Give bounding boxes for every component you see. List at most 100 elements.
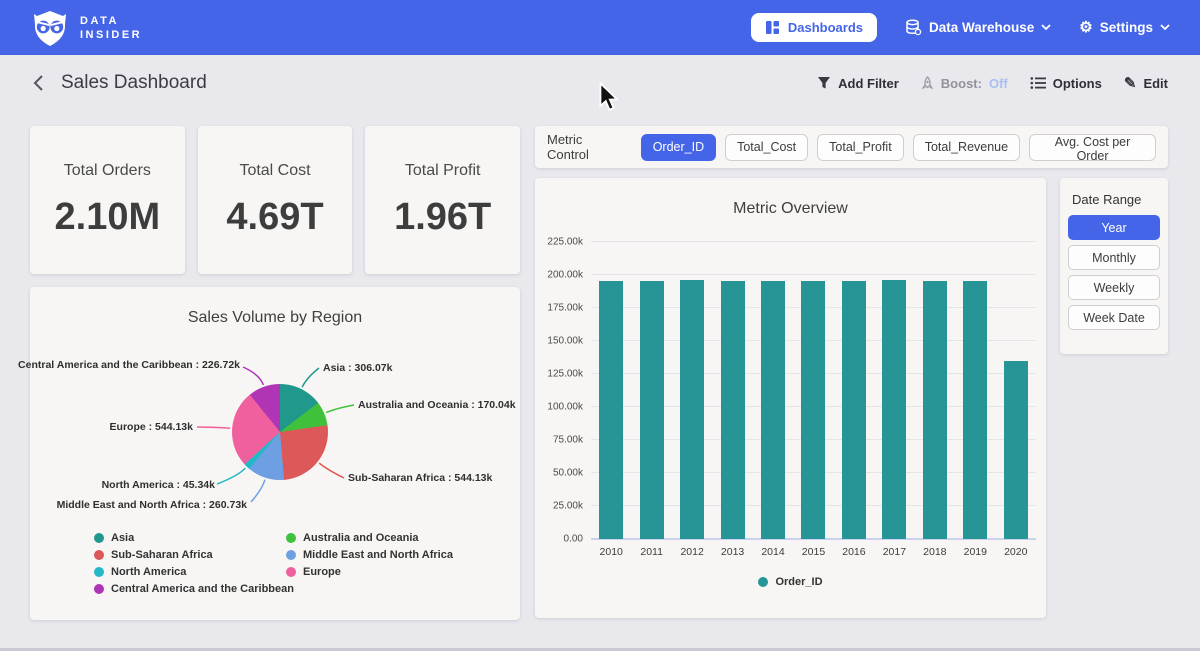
metric-option-order-id[interactable]: Order_ID	[641, 134, 716, 161]
pie-leader-line	[302, 368, 319, 387]
legend-label: Central America and the Caribbean	[111, 583, 294, 595]
x-tick-label: 2017	[874, 546, 914, 558]
bar-2016[interactable]	[842, 281, 866, 539]
pie-legend-europe[interactable]: Europe	[286, 566, 453, 578]
legend-dot	[94, 567, 104, 577]
legend-label: North America	[111, 566, 186, 578]
top-navbar: DATA INSIDER Dashboards D	[0, 0, 1200, 55]
bar-2011[interactable]	[640, 281, 664, 539]
bar-2019[interactable]	[963, 281, 987, 539]
kpi-label: Total Cost	[239, 162, 310, 180]
bar-xlabels: 2010201120122013201420152016201720182019…	[535, 546, 1046, 558]
x-tick-label: 2020	[996, 546, 1036, 558]
x-tick-label: 2013	[713, 546, 753, 558]
owl-logo-icon	[30, 8, 70, 48]
app-logo[interactable]: DATA INSIDER	[30, 8, 142, 48]
y-tick-label: 125.00k	[547, 369, 583, 380]
pie-leader-line	[326, 405, 354, 413]
pie-legend-sub-saharan-africa[interactable]: Sub-Saharan Africa	[94, 549, 294, 561]
bar-2020[interactable]	[1004, 361, 1028, 539]
date-range-option-monthly[interactable]: Monthly	[1068, 245, 1160, 270]
legend-label: Australia and Oceania	[303, 532, 419, 544]
bar-ylabels: 225.00k200.00k175.00k150.00k125.00k100.0…	[535, 242, 591, 539]
bar-2014[interactable]	[761, 281, 785, 539]
legend-label: Europe	[303, 566, 341, 578]
legend-label: Order_ID	[775, 576, 822, 588]
rocket-icon	[921, 76, 934, 91]
bar-2013[interactable]	[721, 281, 745, 539]
legend-dot	[286, 567, 296, 577]
legend-dot	[286, 550, 296, 560]
y-tick-label: 50.00k	[553, 468, 583, 479]
pie-legend-middle-east-and-north-africa[interactable]: Middle East and North Africa	[286, 549, 453, 561]
pie-legend-column-2: Australia and Oceania Middle East and Nor…	[286, 532, 453, 578]
pie-label-australia-and-oceania: Australia and Oceania : 170.04k	[358, 399, 516, 411]
nav-menu: Dashboards Data Warehouse ⚙ Settings	[751, 13, 1170, 42]
options-button[interactable]: Options	[1030, 76, 1102, 91]
kpi-total-orders: Total Orders 2.10M	[30, 126, 185, 274]
page-header: Sales Dashboard Add Filter Boost: Off	[0, 55, 1200, 111]
gear-icon: ⚙	[1079, 20, 1092, 35]
pie-label-middle-east-and-north-africa: Middle East and North Africa : 260.73k	[57, 499, 247, 511]
pie-leader-line	[319, 463, 344, 478]
dashboards-button[interactable]: Dashboards	[751, 13, 877, 42]
date-range-panel: Date Range Year Monthly Weekly Week Date	[1060, 178, 1168, 354]
screen: DATA INSIDER Dashboards D	[0, 0, 1200, 651]
x-tick-label: 2012	[672, 546, 712, 558]
legend-dot	[94, 550, 104, 560]
bar-2015[interactable]	[801, 281, 825, 539]
kpi-value: 4.69T	[226, 196, 323, 239]
pie-label-asia: Asia : 306.07k	[323, 362, 392, 374]
pencil-icon: ✎	[1124, 74, 1137, 92]
y-tick-label: 25.00k	[553, 501, 583, 512]
date-range-option-year[interactable]: Year	[1068, 215, 1160, 240]
boost-toggle[interactable]: Boost: Off	[921, 76, 1008, 91]
pie-leader-line	[197, 427, 230, 428]
pie-leader-line	[217, 468, 245, 484]
bar-chart: 225.00k200.00k175.00k150.00k125.00k100.0…	[535, 242, 1046, 539]
metric-option-total-profit[interactable]: Total_Profit	[817, 134, 904, 161]
legend-label: Asia	[111, 532, 134, 544]
x-tick-label: 2011	[632, 546, 672, 558]
y-tick-label: 0.00	[564, 534, 583, 545]
pie-legend-north-america[interactable]: North America	[94, 566, 294, 578]
metric-control-options: Order_ID Total_Cost Total_Profit Total_Reve…	[641, 134, 1156, 161]
metric-option-avg-cost-per-order[interactable]: Avg. Cost per Order	[1029, 134, 1156, 161]
legend-label: Middle East and North Africa	[303, 549, 453, 561]
pie-leader-line	[243, 367, 263, 385]
kpi-row: Total Orders 2.10M Total Cost 4.69T Tota…	[30, 126, 520, 274]
pie-label-north-america: North America : 45.34k	[102, 479, 215, 491]
metric-control-bar: Metric Control Order_IDTotal_CostTotal_P…	[535, 126, 1168, 168]
y-tick-label: 175.00k	[547, 303, 583, 314]
x-tick-label: 2018	[915, 546, 955, 558]
legend-dot	[758, 577, 768, 587]
data-warehouse-menu[interactable]: Data Warehouse	[905, 19, 1051, 36]
y-tick-label: 200.00k	[547, 270, 583, 281]
date-range-label: Date Range	[1072, 192, 1160, 207]
pie-legend-asia[interactable]: Asia	[94, 532, 294, 544]
pie-legend-central-america-and-the-caribbean[interactable]: Central America and the Caribbean	[94, 583, 294, 595]
bar-2017[interactable]	[882, 280, 906, 539]
settings-menu[interactable]: ⚙ Settings	[1079, 20, 1170, 35]
edit-button[interactable]: ✎ Edit	[1124, 74, 1168, 92]
metric-option-total-revenue[interactable]: Total_Revenue	[913, 134, 1020, 161]
back-arrow-icon[interactable]	[32, 74, 44, 92]
bar-2010[interactable]	[599, 281, 623, 539]
add-filter-button[interactable]: Add Filter	[817, 76, 899, 91]
bar-chart-legend[interactable]: Order_ID	[535, 576, 1046, 588]
x-tick-label: 2015	[793, 546, 833, 558]
database-icon	[905, 19, 922, 36]
bar-2018[interactable]	[923, 281, 947, 539]
y-tick-label: 75.00k	[553, 435, 583, 446]
x-tick-label: 2019	[955, 546, 995, 558]
y-tick-label: 100.00k	[547, 402, 583, 413]
pie-legend-australia-and-oceania[interactable]: Australia and Oceania	[286, 532, 453, 544]
date-range-option-weekly[interactable]: Weekly	[1068, 275, 1160, 300]
date-range-option-week-date[interactable]: Week Date	[1068, 305, 1160, 330]
boost-status: Off	[989, 76, 1008, 91]
app-name: DATA INSIDER	[80, 14, 142, 42]
bar-2012[interactable]	[680, 280, 704, 539]
y-tick-label: 150.00k	[547, 336, 583, 347]
metric-option-total-cost[interactable]: Total_Cost	[725, 134, 808, 161]
pie-circle[interactable]	[232, 384, 328, 480]
